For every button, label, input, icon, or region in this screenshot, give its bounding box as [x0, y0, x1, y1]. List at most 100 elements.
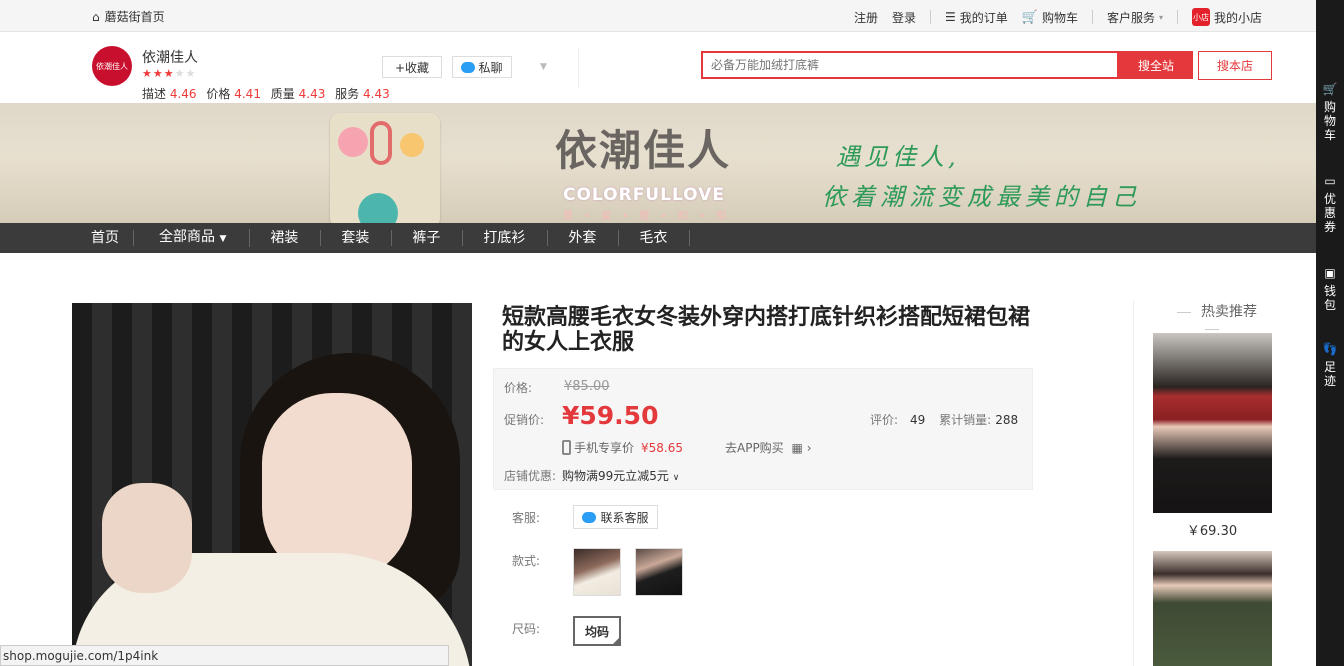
caret-down-icon: ▼ — [219, 234, 227, 244]
style-option-black[interactable] — [635, 548, 683, 596]
size-option-label: 均码 — [584, 624, 609, 639]
star-icon: ★ — [152, 67, 164, 80]
shop-logo[interactable]: 依潮佳人 — [92, 46, 132, 86]
search-all-button[interactable]: 搜全站 — [1119, 51, 1193, 79]
coupon-icon: ▭ — [1324, 174, 1336, 188]
size-label: 尺码: — [512, 622, 541, 636]
shop-name[interactable]: 依潮佳人 — [142, 47, 198, 67]
nav-item-sets[interactable]: 套装 — [321, 230, 393, 246]
shop-header: 依潮佳人 依潮佳人 ★★★★★ 描述 4.46 价格 4.41 质量 4.43 … — [0, 32, 1316, 104]
cart-icon: 🛒 — [1322, 82, 1338, 96]
cart-link[interactable]: 🛒 购物车 — [1022, 9, 1078, 26]
top-bar: ⌂ 蘑菇街首页 注册 登录 ☰ 我的订单 🛒 购物车 客户服务 ▾ 小店 我的小… — [0, 0, 1316, 32]
shop-star-rating: ★★★★★ — [142, 67, 196, 80]
search-shop-button[interactable]: 搜本店 — [1198, 51, 1272, 80]
shop-banner[interactable]: 依潮佳人 COLORFULLOVE 莫 • 爱 • 搭 • 扣 • 扣 遇见佳人… — [0, 103, 1316, 223]
search-input[interactable] — [711, 58, 1117, 72]
divider — [1176, 10, 1178, 24]
contact-service-button[interactable]: 联系客服 — [573, 505, 658, 529]
buy-in-app-label: 去APP购买 — [725, 441, 784, 455]
nav-item-base-tops[interactable]: 打底衫 — [463, 230, 549, 246]
promo-price: ¥59.50 — [562, 401, 659, 430]
chevron-down-icon: ▾ — [1158, 12, 1163, 22]
login-link[interactable]: 登录 — [892, 9, 916, 26]
nav-item-home[interactable]: 首页 — [78, 230, 134, 246]
cart-label: 购物车 — [1041, 10, 1078, 25]
qr-code-icon: ▦ — [791, 441, 803, 455]
shop-badge-icon: 小店 — [1191, 8, 1210, 26]
buy-in-app-link[interactable]: 去APP购买 ▦ › — [725, 439, 812, 456]
nav-item-sweaters[interactable]: 毛衣 — [619, 230, 691, 246]
review-count[interactable]: 49 — [910, 413, 925, 427]
chevron-down-icon: ∨ — [672, 473, 680, 483]
shop-coupon[interactable]: 购物满99元立减5元 ∨ — [562, 467, 679, 484]
top-bar-right: 注册 登录 ☰ 我的订单 🛒 购物车 客户服务 ▾ 小店 我的小店 — [840, 8, 1262, 26]
sidebar-item-label: 足 迹 — [1323, 360, 1336, 388]
my-orders-link[interactable]: ☰ 我的订单 — [945, 9, 1008, 26]
phone-icon — [562, 440, 571, 455]
flower-decoration — [400, 133, 424, 157]
banner-slogan-line1: 遇见佳人, — [836, 143, 960, 171]
sidebar-item-coupon[interactable]: ▭ 优 惠 券 — [1316, 174, 1344, 234]
customer-service-menu[interactable]: 客户服务 ▾ — [1107, 9, 1163, 26]
style-thumb-image — [574, 549, 620, 595]
hot-sale-item-price[interactable]: ￥69.30 — [1152, 520, 1272, 539]
sales-label: 累计销量: — [939, 413, 992, 427]
price-label: 价格: — [504, 381, 533, 395]
divider — [1205, 328, 1219, 330]
favorite-shop-button[interactable]: +收藏 — [382, 56, 442, 78]
ribbon-decoration — [370, 121, 392, 165]
style-option-white[interactable] — [573, 548, 621, 596]
promo-label: 促销价: — [504, 413, 545, 427]
hot-sale-item-image[interactable] — [1153, 333, 1272, 513]
size-option-one-size[interactable]: 均码 — [573, 616, 621, 646]
star-icon: ★ — [142, 67, 153, 80]
register-link[interactable]: 注册 — [854, 9, 878, 26]
list-icon: ☰ — [944, 10, 956, 24]
review-sales-info: 评价: 49 累计销量: 288 — [870, 411, 1028, 428]
nav-item-outerwear[interactable]: 外套 — [548, 230, 620, 246]
hot-sale-item-image[interactable] — [1153, 551, 1272, 666]
private-chat-button[interactable]: 私聊 — [452, 56, 512, 78]
rating-quality-label: 质量 — [270, 87, 295, 101]
rating-price-value: 4.41 — [234, 87, 261, 101]
my-shop-link[interactable]: 小店 我的小店 — [1191, 8, 1262, 26]
star-icon: ★ — [185, 67, 197, 80]
review-label: 评价: — [870, 413, 899, 427]
banner-logo-tile — [330, 113, 440, 223]
sidebar-item-label: 钱 包 — [1323, 284, 1336, 312]
chat-bubble-icon — [461, 61, 476, 73]
flower-decoration — [338, 127, 368, 157]
banner-brand-en: COLORFULLOVE — [563, 185, 725, 205]
star-icon: ★ — [163, 67, 175, 80]
cs-label: 客服: — [512, 511, 541, 525]
banner-slogan-line2: 依着潮流变成最美的自己 — [822, 183, 1141, 211]
nav-item-all-goods[interactable]: 全部商品 ▼ — [134, 229, 251, 247]
footprint-icon: 👣 — [1322, 342, 1338, 356]
rating-price-label: 价格 — [206, 87, 231, 101]
wallet-icon: ▣ — [1324, 266, 1336, 280]
chevron-down-icon[interactable]: ▼ — [540, 62, 547, 72]
banner-shop-name: 依潮佳人 — [555, 126, 732, 175]
mobile-price-row: 手机专享价 ¥58.65 — [562, 439, 683, 456]
product-main-image[interactable] — [72, 303, 472, 666]
status-bar-url: shop.mogujie.com/1p4ink — [0, 645, 449, 666]
chat-bubble-icon — [582, 511, 597, 523]
sidebar-item-wallet[interactable]: ▣ 钱 包 — [1316, 266, 1344, 312]
private-chat-label: 私聊 — [478, 60, 503, 75]
contact-service-label: 联系客服 — [600, 510, 649, 525]
shop-nav: 首页 全部商品 ▼ 裙装 套装 裤子 打底衫 外套 毛衣 — [0, 223, 1316, 253]
sidebar-item-cart[interactable]: 🛒 购 物 车 — [1316, 82, 1344, 142]
rating-service-label: 服务 — [335, 87, 360, 101]
nav-item-dresses[interactable]: 裙装 — [250, 230, 322, 246]
sidebar-item-footprint[interactable]: 👣 足 迹 — [1316, 342, 1344, 388]
banner-brand-sub: 莫 • 爱 • 搭 • 扣 • 扣 — [563, 211, 731, 222]
home-link[interactable]: ⌂ 蘑菇街首页 — [92, 8, 165, 25]
original-price: ¥85.00 — [564, 379, 610, 394]
style-thumb-image — [636, 549, 682, 595]
shop-ratings: 描述 4.46 价格 4.41 质量 4.43 服务 4.43 — [142, 85, 396, 102]
nav-item-pants[interactable]: 裤子 — [392, 230, 464, 246]
rating-desc-value: 4.46 — [169, 87, 197, 101]
my-orders-label: 我的订单 — [959, 10, 1008, 25]
search-box — [701, 51, 1119, 79]
